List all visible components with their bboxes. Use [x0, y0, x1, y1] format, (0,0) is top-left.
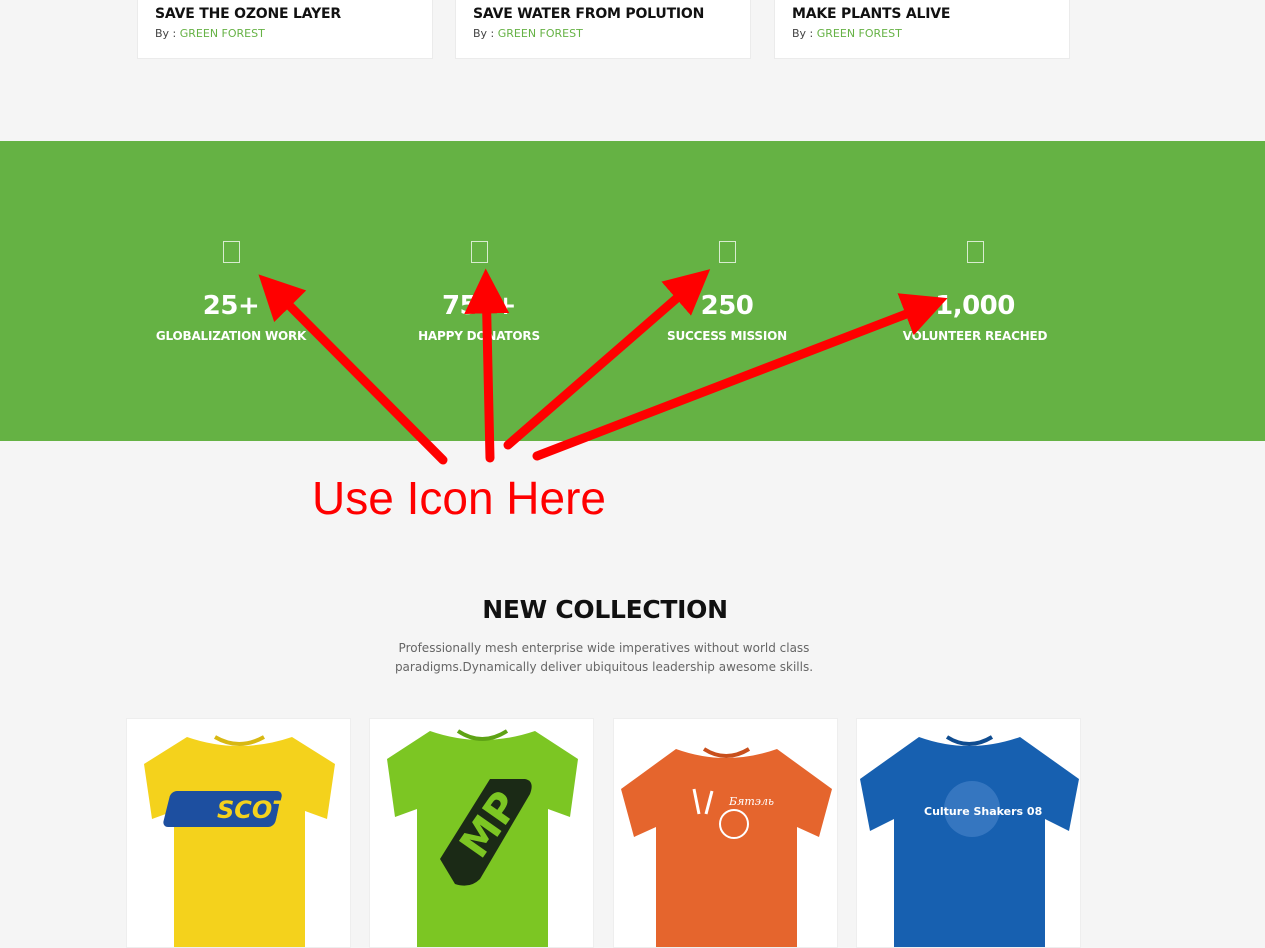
blog-card-byline: By : GREEN FOREST	[155, 27, 432, 40]
tshirt-image: MP	[387, 729, 578, 947]
counter-value: 250	[700, 291, 754, 321]
blog-card[interactable]: SAVE WATER FROM POLUTION By : GREEN FORE…	[455, 0, 751, 59]
product-card[interactable]: Бятэль	[613, 718, 838, 948]
byline-prefix: By :	[473, 27, 495, 40]
missing-icon	[718, 241, 736, 263]
counter-missions: 250 SUCCESS MISSION	[627, 241, 827, 343]
tshirt-image: Бятэль	[621, 747, 832, 947]
missing-icon	[470, 241, 488, 263]
section-title: NEW COLLECTION	[482, 595, 728, 624]
author-link[interactable]: GREEN FOREST	[498, 27, 583, 40]
annotation-text: Use Icon Here	[312, 472, 607, 524]
missing-icon	[966, 241, 984, 263]
counter-value: 750+	[441, 291, 517, 321]
counter-label: VOLUNTEER REACHED	[902, 329, 1048, 343]
byline-prefix: By :	[155, 27, 177, 40]
counter-label: GLOBALIZATION WORK	[155, 329, 307, 343]
blog-card-title[interactable]: SAVE WATER FROM POLUTION	[473, 3, 750, 25]
counter-value: 25+	[202, 291, 260, 321]
product-card[interactable]: Culture Shakers 08	[856, 718, 1081, 948]
blog-card-byline: By : GREEN FOREST	[792, 27, 1069, 40]
blog-card-title[interactable]: MAKE PLANTS ALIVE	[792, 3, 1069, 25]
counter-donators: 750+ HAPPY DONATORS	[379, 241, 579, 343]
counter-volunteers: 1,000 VOLUNTEER REACHED	[875, 241, 1075, 343]
counter-value: 1,000	[935, 291, 1015, 321]
product-card[interactable]: SCOTT	[126, 718, 351, 948]
product-print: Culture Shakers 08	[924, 805, 1042, 818]
tshirt-image: SCOTT	[144, 735, 335, 947]
product-print: Бятэль	[728, 795, 774, 808]
byline-prefix: By :	[792, 27, 814, 40]
tshirt-image: Culture Shakers 08	[860, 735, 1079, 947]
counters-section: 25+ GLOBALIZATION WORK 750+ HAPPY DONATO…	[0, 141, 1265, 441]
author-link[interactable]: GREEN FOREST	[817, 27, 902, 40]
counter-globalization: 25+ GLOBALIZATION WORK	[131, 241, 331, 343]
counter-label: SUCCESS MISSION	[667, 329, 787, 343]
section-description: Professionally mesh enterprise wide impe…	[394, 641, 814, 674]
counter-label: HAPPY DONATORS	[418, 329, 540, 343]
product-card[interactable]: MP	[369, 718, 594, 948]
missing-icon	[222, 241, 240, 263]
blog-card-title[interactable]: SAVE THE OZONE LAYER	[155, 3, 432, 25]
blog-card[interactable]: MAKE PLANTS ALIVE By : GREEN FOREST	[774, 0, 1070, 59]
blog-card-byline: By : GREEN FOREST	[473, 27, 750, 40]
blog-card[interactable]: SAVE THE OZONE LAYER By : GREEN FOREST	[137, 0, 433, 59]
product-print: SCOTT	[217, 796, 307, 824]
author-link[interactable]: GREEN FOREST	[180, 27, 265, 40]
